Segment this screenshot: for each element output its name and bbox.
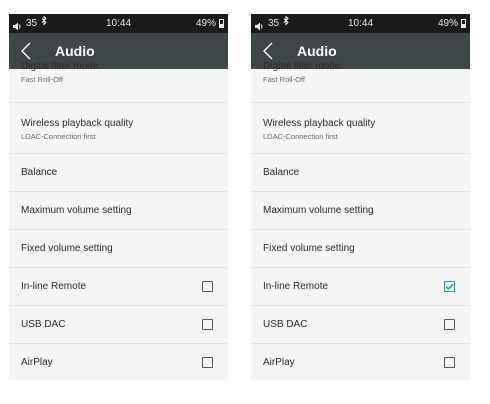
setting-label: Digital filter mode [21, 61, 99, 72]
setting-row-fixed-volume[interactable]: Fixed volume setting [9, 230, 228, 268]
status-bar: 35 10:44 49% [9, 14, 228, 33]
setting-row-wireless-quality[interactable]: Wireless playback quality LDAC-Connectio… [251, 103, 470, 154]
setting-row-balance[interactable]: Balance [251, 154, 470, 192]
battery-percent: 49% [437, 18, 458, 29]
setting-row-inline-remote[interactable]: In-line Remote [251, 268, 470, 306]
setting-label: Wireless playback quality [263, 118, 376, 129]
checkmark-icon [445, 283, 454, 290]
setting-label: In-line Remote [21, 281, 87, 292]
page-title: Audio [297, 43, 337, 59]
setting-label: USB DAC [263, 319, 308, 330]
status-bar: 35 10:44 49% [251, 14, 470, 33]
setting-label: USB DAC [21, 319, 66, 330]
setting-label: Digital filter mode [263, 61, 341, 72]
setting-label: AirPlay [21, 357, 53, 368]
setting-row-inline-remote[interactable]: In-line Remote [9, 268, 228, 306]
setting-label: AirPlay [263, 357, 295, 368]
usb-dac-checkbox[interactable] [202, 319, 213, 330]
setting-label: Wireless playback quality [21, 118, 134, 129]
setting-label: Fixed volume setting [263, 243, 355, 254]
usb-dac-checkbox[interactable] [444, 319, 455, 330]
setting-row-fixed-volume[interactable]: Fixed volume setting [251, 230, 470, 268]
setting-label: Balance [263, 167, 300, 178]
setting-label: Maximum volume setting [21, 205, 132, 216]
settings-list: Digital filter mode Fast Roll-Off Wirele… [251, 61, 470, 380]
status-right: 49% [196, 14, 224, 33]
setting-row-usb-dac[interactable]: USB DAC [9, 306, 228, 344]
phone-screen-left: 35 10:44 49% Audio Digital filter mode F… [9, 14, 228, 380]
setting-sublabel: LDAC-Connection first [21, 132, 96, 141]
inline-remote-checkbox[interactable] [202, 281, 213, 292]
setting-row-digital-filter[interactable]: Digital filter mode Fast Roll-Off [9, 59, 228, 103]
chevron-left-icon [263, 42, 273, 60]
setting-label: In-line Remote [263, 281, 329, 292]
setting-row-airplay[interactable]: AirPlay [9, 344, 228, 380]
setting-row-digital-filter[interactable]: Digital filter mode Fast Roll-Off [251, 59, 470, 103]
setting-sublabel: Fast Roll-Off [21, 75, 63, 84]
setting-sublabel: LDAC-Connection first [263, 132, 338, 141]
battery-icon [461, 19, 466, 28]
battery-percent: 49% [195, 18, 216, 29]
status-right: 49% [438, 14, 466, 33]
inline-remote-checkbox[interactable] [444, 281, 455, 292]
page-title: Audio [55, 43, 95, 59]
setting-row-max-volume[interactable]: Maximum volume setting [9, 192, 228, 230]
setting-row-usb-dac[interactable]: USB DAC [251, 306, 470, 344]
airplay-checkbox[interactable] [202, 357, 213, 368]
airplay-checkbox[interactable] [444, 357, 455, 368]
setting-row-airplay[interactable]: AirPlay [251, 344, 470, 380]
setting-row-wireless-quality[interactable]: Wireless playback quality LDAC-Connectio… [9, 103, 228, 154]
setting-row-max-volume[interactable]: Maximum volume setting [251, 192, 470, 230]
settings-list: Digital filter mode Fast Roll-Off Wirele… [9, 61, 228, 380]
battery-icon [219, 19, 224, 28]
phone-screen-right: 35 10:44 49% Audio Digital filter mode F… [251, 14, 470, 380]
setting-sublabel: Fast Roll-Off [263, 75, 305, 84]
setting-label: Fixed volume setting [21, 243, 113, 254]
setting-label: Balance [21, 167, 58, 178]
chevron-left-icon [21, 42, 31, 60]
setting-label: Maximum volume setting [263, 205, 374, 216]
setting-row-balance[interactable]: Balance [9, 154, 228, 192]
